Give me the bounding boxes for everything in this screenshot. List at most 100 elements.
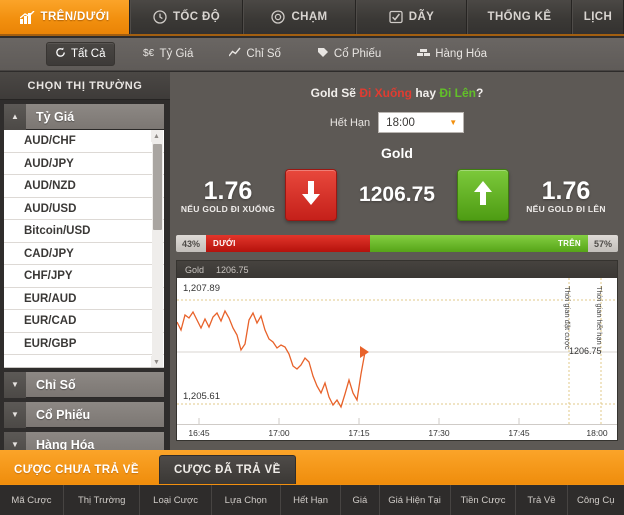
question-down-word: Đi Xuống: [359, 86, 412, 100]
sidebar-category-label-chi-so: Chỉ Số: [36, 377, 76, 392]
chart-body[interactable]: 1,207.89 1,205.61 Thời gian đặt cược Thờ…: [177, 278, 617, 440]
column-ma-cuoc[interactable]: Mã Cược: [0, 485, 64, 515]
filter-co-phieu[interactable]: Cổ Phiếu: [309, 43, 389, 65]
list-item[interactable]: AUD/NZD: [4, 175, 164, 198]
payout-up-value: 1.76: [541, 176, 591, 205]
column-gia-hien-tai[interactable]: Giá Hiện Tại: [380, 485, 451, 515]
sentiment-bar: 43% DƯỚI TRÊN 57%: [176, 235, 618, 252]
column-loai-cuoc[interactable]: Loại Cược: [140, 485, 212, 515]
checkbox-icon: [389, 10, 403, 24]
expiry-selected-value: 18:00: [386, 116, 415, 129]
line-chart-icon: [228, 47, 241, 61]
list-item[interactable]: CHF/JPY: [4, 265, 164, 288]
nav-item-day[interactable]: DÃY: [356, 0, 467, 34]
nav-label-cham: CHẠM: [291, 11, 328, 23]
tab-cuoc-chua-tra-ve[interactable]: CƯỢC CHƯA TRẢ VỀ: [0, 455, 153, 484]
nav-item-thong-ke[interactable]: THỐNG KÊ: [467, 0, 572, 34]
filter-chi-so[interactable]: Chỉ Số: [221, 43, 289, 65]
y-axis-label-top: 1,207.89: [183, 283, 220, 294]
x-tick-4: 17:45: [508, 428, 530, 438]
list-item[interactable]: AUD/CHF: [4, 130, 164, 153]
question-up-word: Đi Lên: [439, 86, 477, 100]
nav-label-day: DÃY: [408, 11, 435, 23]
list-item[interactable]: EUR/AUD: [4, 287, 164, 310]
filter-label-hang-hoa: Hàng Hóa: [435, 48, 488, 60]
svg-text:$€: $€: [143, 48, 155, 58]
column-thi-truong[interactable]: Thị Trường: [64, 485, 141, 515]
x-tick-0: 16:45: [188, 428, 210, 438]
filter-ty-gia[interactable]: $€ Tỷ Giá: [135, 43, 202, 65]
sentiment-down-pct: 43%: [176, 235, 207, 252]
sidebar-category-ty-gia[interactable]: ▲ Tỷ Giá: [4, 103, 164, 130]
list-item[interactable]: EUR/GBP: [4, 332, 164, 355]
filter-hang-hoa[interactable]: Hàng Hóa: [409, 43, 495, 65]
nav-label-thong-ke: THỐNG KÊ: [487, 11, 552, 23]
column-het-han[interactable]: Hết Hạn: [281, 485, 342, 515]
refresh-icon: [55, 47, 66, 61]
nav-item-tren-duoi[interactable]: TRÊN/DƯỚI: [0, 0, 130, 34]
payout-down-value: 1.76: [203, 176, 253, 205]
chevron-down-icon[interactable]: ▼: [4, 371, 26, 398]
clock-icon: [153, 10, 167, 24]
filter-label-ty-gia: Tỷ Giá: [159, 48, 194, 60]
trade-question: Gold Sẽ Đi Xuống hay Đi Lên?: [170, 72, 624, 100]
chevron-down-icon: ▼: [449, 118, 458, 127]
filter-label-co-phieu: Cổ Phiếu: [333, 48, 382, 60]
payout-up-caption: NẾU GOLD ĐI LÊN: [526, 203, 606, 214]
column-gia[interactable]: Giá: [341, 485, 380, 515]
put-down-button[interactable]: [285, 169, 337, 221]
call-up-button[interactable]: [457, 169, 509, 221]
list-item[interactable]: CAD/JPY: [4, 242, 164, 265]
nav-label-tren-duoi: TRÊN/DƯỚI: [40, 11, 110, 23]
filter-tat-ca[interactable]: Tất Cả: [46, 42, 115, 66]
market-sidebar: CHỌN THỊ TRƯỜNG ▲ Tỷ Giá AUD/CHF AUD/JPY…: [0, 72, 170, 458]
column-tra-ve[interactable]: Trả Về: [516, 485, 568, 515]
payout-down-caption: NẾU GOLD ĐI XUỐNG: [180, 203, 276, 214]
bet-time-annotation: Thời gian đặt cược: [563, 286, 572, 350]
list-item[interactable]: AUD/JPY: [4, 152, 164, 175]
asset-name: Gold: [381, 145, 413, 161]
column-tien-cuoc[interactable]: Tiền Cược: [451, 485, 517, 515]
nav-item-cham[interactable]: CHẠM: [243, 0, 356, 34]
expiry-label: Hết Hạn: [329, 116, 371, 129]
nav-item-toc-do[interactable]: TỐC ĐỘ: [130, 0, 243, 34]
chevron-up-icon[interactable]: ▲: [4, 103, 26, 130]
chevron-down-icon[interactable]: ▼: [4, 401, 26, 428]
column-cong-cu[interactable]: Công Cụ: [568, 485, 624, 515]
commodity-icon: [417, 47, 431, 61]
filter-label-chi-so: Chỉ Số: [246, 48, 281, 60]
primary-navigation: TRÊN/DƯỚI TỐC ĐỘ CHẠM DÃY THỐNG KÊ LỊCH: [0, 0, 624, 36]
column-lua-chon[interactable]: Lựa Chọn: [212, 485, 281, 515]
nav-label-toc-do: TỐC ĐỘ: [172, 11, 221, 23]
bar-chart-icon: [19, 10, 35, 24]
scroll-down-icon[interactable]: ▼: [151, 356, 162, 367]
list-item[interactable]: Bitcoin/USD: [4, 220, 164, 243]
list-item[interactable]: EUR/CAD: [4, 310, 164, 333]
trade-panel: Gold Sẽ Đi Xuống hay Đi Lên? Hết Hạn 18:…: [170, 72, 624, 450]
bet-tabs: CƯỢC CHƯA TRẢ VỀ CƯỢC ĐÃ TRẢ VỀ: [0, 450, 624, 484]
category-filter-bar: Tất Cả $€ Tỷ Giá Chỉ Số Cổ Phiếu Hàng Hó…: [0, 38, 624, 71]
sidebar-category-chi-so[interactable]: ▼ Chỉ Số: [4, 371, 164, 398]
sidebar-category-co-phieu[interactable]: ▼ Cổ Phiếu: [4, 401, 164, 428]
sidebar-category-label-ty-gia: Tỷ Giá: [36, 109, 75, 124]
market-list[interactable]: AUD/CHF AUD/JPY AUD/NZD AUD/USD Bitcoin/…: [4, 130, 164, 368]
expiry-row: Hết Hạn 18:00 ▼: [170, 112, 624, 133]
market-list-scrollbar[interactable]: ▲ ▼: [151, 130, 163, 367]
filter-label-tat-ca: Tất Cả: [71, 48, 106, 60]
x-tick-1: 17:00: [268, 428, 290, 438]
chart-header: Gold 1206.75: [177, 261, 617, 278]
list-item[interactable]: AUD/USD: [4, 197, 164, 220]
sentiment-up-fill: TRÊN: [370, 235, 588, 252]
scroll-up-icon[interactable]: ▲: [151, 130, 162, 142]
expiry-select[interactable]: 18:00 ▼: [378, 112, 465, 133]
chart-price-pin: 1206.75: [569, 346, 602, 356]
chart-header-price: 1206.75: [216, 264, 249, 275]
tab-cuoc-da-tra-ve[interactable]: CƯỢC ĐÃ TRẢ VỀ: [158, 455, 296, 484]
price-chart: Gold 1206.75 1,207.89 1,205.61 Thời gian…: [176, 260, 618, 441]
question-suffix: ?: [476, 86, 484, 100]
scrollbar-thumb[interactable]: [153, 144, 162, 230]
x-tick-2: 17:15: [348, 428, 370, 438]
nav-item-lich[interactable]: LỊCH: [572, 0, 624, 34]
y-axis-label-bottom: 1,205.61: [183, 391, 220, 402]
sentiment-up-pct: 57%: [587, 235, 618, 252]
